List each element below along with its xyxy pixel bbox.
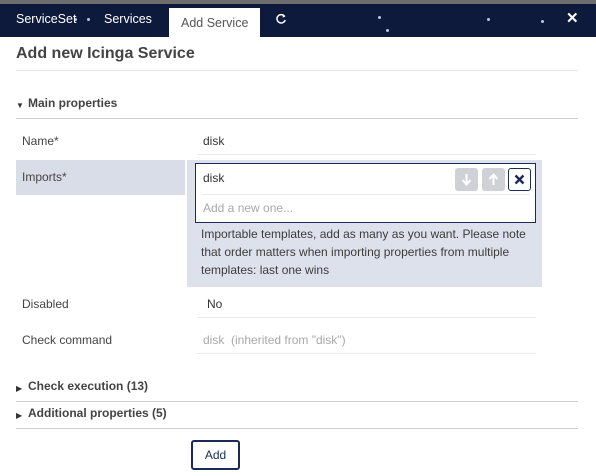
check-command-inherited: (inherited from "disk")	[231, 333, 346, 347]
refresh-icon[interactable]	[275, 13, 287, 25]
tab-serviceset[interactable]: ServiceSet	[16, 12, 76, 26]
imports-hint: Importable templates, add as many as you…	[201, 227, 526, 277]
section-divider	[16, 428, 578, 429]
remove-import-button[interactable]	[508, 168, 531, 191]
caret-down-icon: ▼	[16, 101, 24, 110]
add-import-input[interactable]: Add a new one...	[203, 201, 293, 215]
add-button[interactable]: Add	[191, 440, 240, 470]
arrow-up-icon	[488, 172, 499, 185]
disabled-underline	[197, 317, 536, 318]
page-title: Add new Icinga Service	[16, 45, 195, 62]
tab-add-service[interactable]: Add Service	[169, 8, 261, 37]
name-underline	[197, 154, 536, 155]
caret-right-icon: ▶	[16, 411, 23, 420]
check-command-underline	[197, 353, 536, 354]
star-decoration	[487, 18, 490, 21]
imports-divider	[202, 194, 530, 195]
check-command-value: disk	[203, 333, 225, 347]
name-field[interactable]: disk	[203, 134, 224, 148]
title-divider	[16, 70, 578, 71]
section-check-execution[interactable]: ▶ Check execution (13)	[16, 376, 578, 402]
x-icon	[514, 174, 525, 185]
imports-value[interactable]: disk	[203, 171, 224, 185]
section-main-properties[interactable]: ▼ Main properties	[16, 93, 578, 119]
name-label: Name*	[22, 134, 59, 148]
check-command-field[interactable]: disk (inherited from "disk")	[203, 333, 346, 347]
arrow-down-icon	[461, 174, 472, 187]
move-up-button[interactable]	[482, 168, 505, 191]
star-decoration	[87, 18, 90, 21]
section-label: Additional properties (5)	[28, 406, 167, 420]
caret-right-icon: ▶	[16, 384, 23, 393]
section-additional-properties[interactable]: ▶ Additional properties (5)	[16, 403, 578, 429]
section-divider	[16, 118, 578, 119]
star-decoration	[386, 29, 389, 32]
section-divider	[16, 401, 578, 402]
disabled-select[interactable]: No	[207, 297, 222, 311]
disabled-label: Disabled	[22, 297, 69, 311]
section-label: Check execution (13)	[28, 379, 149, 393]
tab-services[interactable]: Services	[104, 12, 152, 26]
imports-label: Imports*	[22, 170, 67, 184]
imports-field[interactable]: disk Add a new one...	[195, 163, 536, 223]
close-icon[interactable]: ✕	[566, 11, 579, 26]
move-down-button[interactable]	[455, 168, 478, 191]
tab-bar: ServiceSet Services Add Service ✕	[0, 0, 596, 37]
star-decoration	[541, 20, 544, 23]
star-decoration	[378, 16, 381, 19]
section-label: Main properties	[28, 96, 118, 110]
check-command-label: Check command	[22, 333, 113, 347]
